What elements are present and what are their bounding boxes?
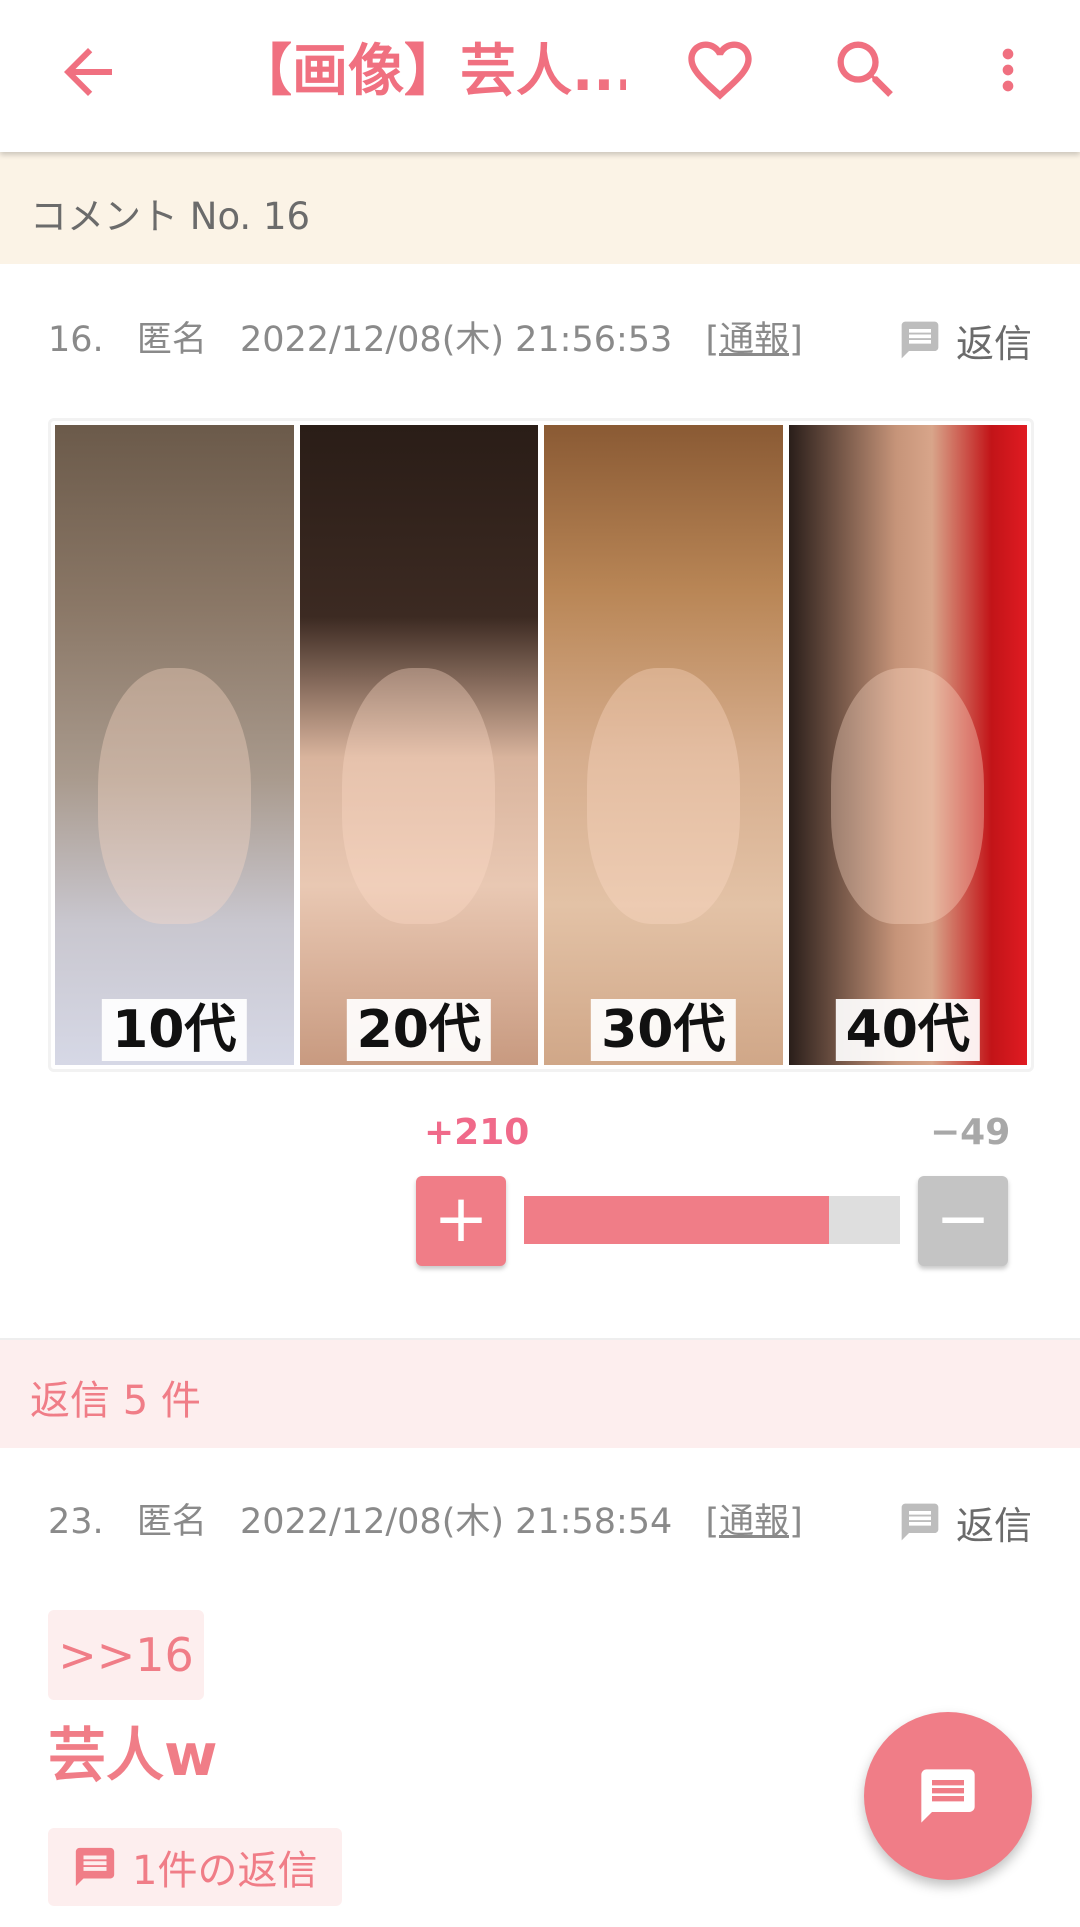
comment-timestamp: 2022/12/08(木) 21:56:53 [239, 320, 673, 360]
comment-image[interactable]: 10代 20代 30代 40代 [48, 418, 1034, 1072]
reply-button[interactable]: 返信 [898, 310, 1032, 370]
search-icon[interactable] [828, 32, 904, 108]
age-caption: 30代 [591, 999, 736, 1061]
comment-icon [901, 321, 939, 359]
comment-meta: 16. 匿名 2022/12/08(木) 21:56:53 [通報] [48, 310, 803, 370]
minus-vote-button[interactable]: − [918, 1176, 1008, 1266]
replies-header: 返信 5 件 [0, 1340, 1080, 1448]
report-link[interactable]: [通報] [705, 1502, 802, 1542]
photo-panel: 30代 [544, 425, 783, 1065]
reply-body: 芸人w [48, 1721, 218, 1789]
anchor-link[interactable]: >>16 [48, 1610, 204, 1700]
vote-ratio-bar [524, 1196, 900, 1244]
photo-panel: 40代 [788, 425, 1027, 1065]
reply-author: 匿名 [136, 1502, 207, 1542]
comment-number: 16. [48, 320, 104, 360]
app-bar: 【画像】芸人... [0, 0, 1080, 152]
more-vert-icon[interactable] [976, 32, 1040, 108]
vote-ratio-fill [524, 1196, 829, 1244]
reply-meta: 23. 匿名 2022/12/08(木) 21:58:54 [通報] [48, 1492, 803, 1552]
minus-vote-count: −49 [930, 1112, 1011, 1153]
comment-number-bar: コメント No. 16 [0, 152, 1080, 264]
comment-icon [901, 1503, 939, 1541]
plus-vote-count: +210 [424, 1112, 530, 1153]
photo-panel: 20代 [299, 425, 538, 1065]
nested-replies-button[interactable]: 1件の返信 [48, 1828, 342, 1906]
nested-replies-label: 1件の返信 [132, 1848, 318, 1894]
replies-count-label: 返信 5 件 [30, 1378, 201, 1424]
photo-panel: 10代 [55, 425, 294, 1065]
comment-author: 匿名 [136, 320, 207, 360]
age-caption: 10代 [102, 999, 247, 1061]
comment-number-label: コメント No. 16 [30, 195, 311, 238]
report-link[interactable]: [通報] [705, 320, 802, 360]
comment-icon [75, 1847, 115, 1887]
plus-vote-button[interactable]: + [416, 1176, 506, 1266]
reply-timestamp: 2022/12/08(木) 21:58:54 [239, 1502, 673, 1542]
reply-button[interactable]: 返信 [898, 1492, 1032, 1552]
page-title: 【画像】芸人... [236, 39, 626, 104]
back-arrow-icon[interactable] [52, 36, 124, 108]
comment-icon [921, 1769, 975, 1823]
age-caption: 20代 [346, 999, 491, 1061]
new-comment-fab[interactable] [864, 1712, 1032, 1880]
reply-button-label: 返信 [955, 1503, 1032, 1548]
heart-icon[interactable] [682, 32, 758, 108]
age-caption: 40代 [835, 999, 980, 1061]
reply-button-label: 返信 [955, 321, 1032, 366]
reply-number: 23. [48, 1502, 104, 1542]
